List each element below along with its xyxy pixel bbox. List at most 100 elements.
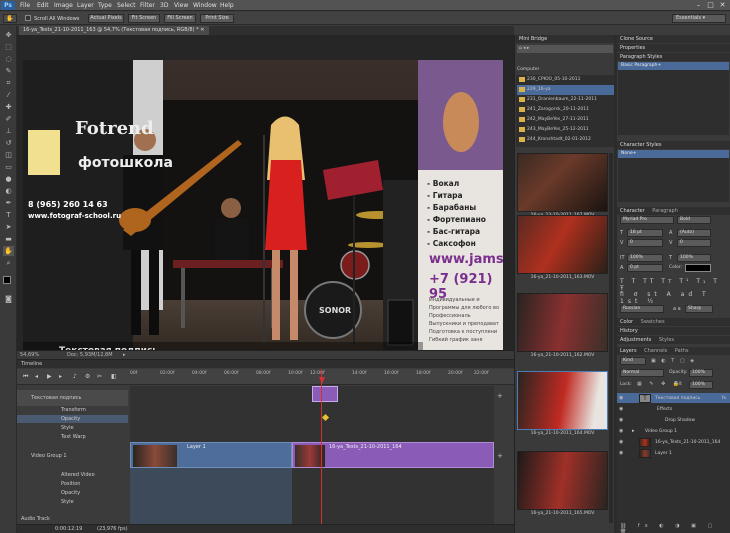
visibility-eye-icon[interactable]: ◉ (619, 439, 626, 445)
opentype-buttons[interactable]: ﬁ ơ st A ad T 1st ½ (620, 291, 730, 305)
none-character-style[interactable]: None+ (618, 150, 729, 158)
audio-icon[interactable]: ♪ (73, 373, 77, 380)
foreground-color-swatch[interactable] (3, 276, 11, 284)
prev-frame-icon[interactable]: ◂ (35, 373, 38, 380)
folder-item[interactable]: 241_Zarogorsk_20-11-2011 (517, 105, 614, 115)
timeline-tracks[interactable]: Layer 1 16-ya_Tests_21-10-2011_164 (130, 369, 494, 524)
video-clip-164[interactable]: 16-ya_Tests_21-10-2011_164 (292, 442, 494, 468)
layer-row-effects[interactable]: ◉ Effects (617, 404, 730, 415)
video-thumbnail[interactable] (517, 293, 608, 352)
timeline-prop-transform[interactable]: Transform (17, 406, 128, 414)
video-thumbnail[interactable] (517, 153, 608, 212)
menu-file[interactable]: File (20, 2, 30, 9)
visibility-eye-icon[interactable]: ◉ (619, 395, 626, 401)
visibility-eye-icon[interactable]: ◉ (619, 450, 626, 456)
timeline-prop-style[interactable]: Style (17, 424, 128, 432)
text-color-swatch[interactable] (685, 264, 711, 272)
layer-row-dropshadow[interactable]: ◉ Drop Shadow (617, 415, 730, 426)
tracking-field[interactable]: 0 (677, 239, 711, 247)
close-icon[interactable]: ✕ (718, 1, 727, 9)
hand-tool-icon[interactable]: ✋ (3, 246, 14, 256)
layer-filter-icons[interactable]: ▣ ◐ T ▢ ◈ (651, 358, 696, 364)
first-frame-icon[interactable]: ⏮ (23, 373, 28, 381)
vertical-scale-field[interactable]: 100% (627, 254, 663, 262)
move-tool-icon[interactable]: ✥ (3, 30, 14, 40)
timeline-prop-textwarp[interactable]: Text Warp (17, 433, 128, 441)
timeline-prop-altered-video[interactable]: Altered Video (17, 471, 128, 479)
lasso-tool-icon[interactable]: ◌ (3, 54, 14, 64)
bridge-location[interactable]: Computer (517, 66, 613, 74)
kerning-field[interactable]: 0 (627, 239, 663, 247)
eraser-tool-icon[interactable]: ◫ (3, 150, 14, 160)
timeline-prop-position[interactable]: Position (17, 480, 128, 488)
leading-field[interactable]: (Auto) (677, 229, 711, 237)
paths-tab[interactable]: Paths (675, 348, 689, 354)
type-tool-icon[interactable]: T (3, 210, 14, 220)
add-media-icon[interactable]: + (497, 392, 503, 400)
split-icon[interactable]: ✂ (97, 373, 102, 380)
layers-footer-icons[interactable]: ⛓ fx ◐ ◑ ▣ ▢ 🗑 (620, 523, 730, 533)
timeline-layer-text[interactable]: Текстовая подпись (17, 390, 128, 406)
timeline-prop-opacity-2[interactable]: Opacity (17, 489, 128, 497)
hand-tool-preset-icon[interactable]: ✋ (3, 14, 17, 23)
menu-type[interactable]: Type (98, 2, 112, 9)
paragraph-tab[interactable]: Paragraph (652, 208, 678, 214)
menu-help[interactable]: Help (220, 2, 234, 9)
basic-paragraph-style[interactable]: Basic Paragraph+ (618, 62, 729, 70)
keyframe-icon[interactable] (321, 413, 330, 422)
add-media-icon-2[interactable]: + (497, 452, 503, 460)
folder-item-selected[interactable]: 229_16-ya (517, 85, 614, 95)
folder-item[interactable]: 230_СРЮО_05-10-2011 (517, 75, 614, 85)
font-family-select[interactable]: Myriad Pro (620, 216, 674, 224)
timecode[interactable]: 0:00:12:19 (55, 525, 82, 533)
history-brush-icon[interactable]: ↺ (3, 138, 14, 148)
next-frame-icon[interactable]: ▸ (59, 373, 62, 380)
layer-row-layer1[interactable]: ◉ Layer 1 (617, 448, 730, 459)
menu-select[interactable]: Select (117, 2, 136, 9)
playhead-handle[interactable] (319, 377, 325, 384)
menu-layer[interactable]: Layer (77, 2, 94, 9)
folder-item[interactable]: 244_Kronshtadt_02-01-2012 (517, 135, 614, 145)
blend-mode-select[interactable]: Normal (620, 369, 664, 377)
layer-row-videogroup[interactable]: ◉ ▸ Video Group 1 (617, 426, 730, 437)
canvas-area[interactable]: Fotrend фотошкола 8 (965) 260 14 63 www.… (17, 35, 514, 365)
visibility-eye-icon[interactable]: ◉ (619, 417, 626, 423)
menu-edit[interactable]: Edit (37, 2, 49, 9)
shape-tool-icon[interactable]: ▬ (3, 234, 14, 244)
layers-tab[interactable]: Layers (620, 348, 637, 354)
character-styles-tab[interactable]: Character Styles (617, 141, 730, 149)
video-thumbnail[interactable] (517, 215, 608, 274)
gradient-tool-icon[interactable]: ▭ (3, 162, 14, 172)
dodge-tool-icon[interactable]: ◐ (3, 186, 14, 196)
clone-stamp-icon[interactable]: ⊥ (3, 126, 14, 136)
video-frame[interactable]: Fotrend фотошкола 8 (965) 260 14 63 www.… (23, 60, 503, 365)
bridge-nav-bar[interactable]: ⌂ ◂ ▸ (517, 45, 613, 53)
doc-info[interactable]: Doc: 5,93M/12,8M (67, 351, 113, 359)
timeline-prop-style-2[interactable]: Style (17, 498, 128, 506)
folder-item[interactable]: 231_Oranienbaum_22-11-2011 (517, 95, 614, 105)
channels-tab[interactable]: Channels (644, 348, 667, 354)
character-tab[interactable]: Character (620, 208, 645, 214)
menu-filter[interactable]: Filter (140, 2, 155, 9)
video-clip-layer1[interactable]: Layer 1 (130, 442, 292, 468)
document-tab[interactable]: 16-ya_Tests_21-10-2011_163 @ 54,7% (Текс… (19, 26, 209, 35)
quick-mask-icon[interactable]: ◙ (3, 294, 14, 304)
status-arrow-icon[interactable]: ▸ (123, 351, 126, 359)
fill-field[interactable]: 100% (689, 381, 713, 389)
text-style-buttons[interactable]: T T TT Tт T¹ T₁ T Ŧ (620, 278, 730, 292)
clone-source-tab[interactable]: Clone Source (617, 35, 730, 43)
healing-brush-icon[interactable]: ✚ (3, 102, 14, 112)
paragraph-styles-tab[interactable]: Paragraph Styles (617, 53, 730, 61)
print-size-button[interactable]: Print Size (200, 14, 234, 23)
eyedropper-tool-icon[interactable]: ⁄ (3, 90, 14, 100)
font-size-field[interactable]: 18 pt (627, 229, 663, 237)
baseline-shift-field[interactable]: 0 pt (627, 264, 663, 272)
color-tab[interactable]: Color (620, 319, 633, 325)
quick-select-tool-icon[interactable]: ✎ (3, 66, 14, 76)
visibility-eye-icon[interactable]: ◉ (619, 406, 626, 412)
play-icon[interactable]: ▶ (47, 373, 52, 380)
history-tab[interactable]: History (617, 327, 730, 335)
pen-tool-icon[interactable]: ✒ (3, 198, 14, 208)
antialias-select[interactable]: Sharp (685, 305, 713, 313)
workspace-select[interactable]: Essentials ▾ (672, 14, 726, 23)
